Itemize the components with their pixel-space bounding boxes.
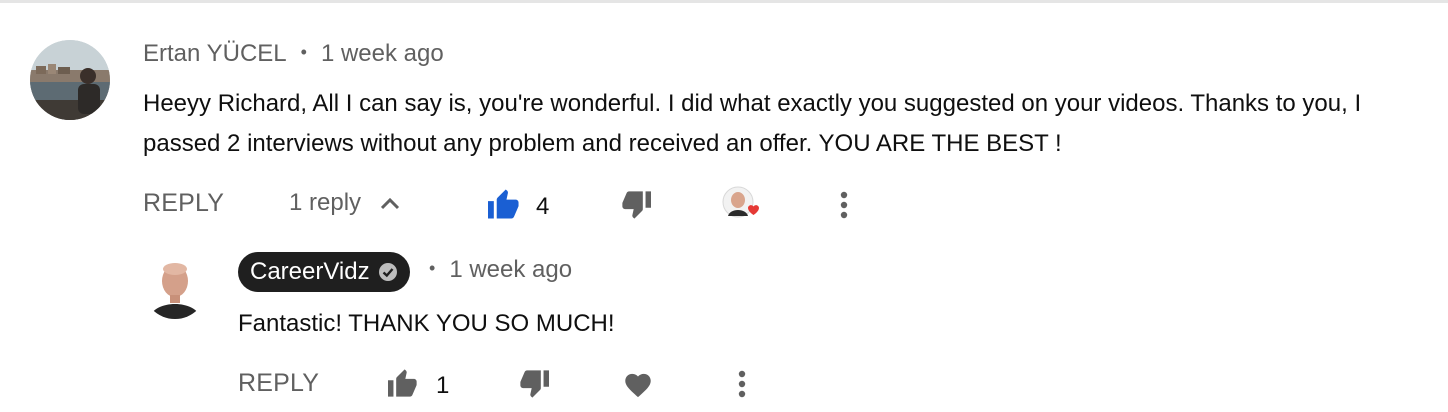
reply-text: Fantastic! THANK YOU SO MUCH!: [238, 310, 615, 337]
comment-timestamp[interactable]: 1 week ago: [321, 40, 444, 67]
like-count: 4: [536, 192, 550, 220]
divider-line: [0, 0, 1448, 3]
thumbs-down-icon: [517, 369, 551, 404]
dislike-button[interactable]: [619, 190, 653, 225]
reply-author-avatar[interactable]: [143, 255, 207, 319]
comment-text-line: passed 2 interviews without any problem …: [143, 130, 1062, 157]
reply-button[interactable]: REPLY: [143, 189, 224, 218]
commenter-avatar[interactable]: [30, 40, 110, 120]
thumbs-up-icon[interactable]: [386, 368, 420, 403]
thumbs-down-icon: [619, 190, 653, 225]
comment-text: Heeyy Richard, All I can say is, you're …: [143, 84, 1361, 164]
creator-avatar-icon: [722, 186, 759, 218]
reply-timestamp[interactable]: 1 week ago: [449, 256, 572, 283]
comment-text-line: Heeyy Richard, All I can say is, you're …: [143, 90, 1362, 117]
reply-reply-button[interactable]: REPLY: [238, 369, 319, 398]
more-vert-icon: [738, 370, 746, 398]
more-vert-icon: [840, 191, 848, 219]
reply-avatar-photo: [143, 255, 207, 319]
creator-heart-badge[interactable]: [722, 186, 759, 222]
separator-dot: •: [300, 42, 307, 62]
verified-check-icon: [378, 263, 397, 281]
heart-icon: [625, 373, 651, 398]
chevron-up-icon: [380, 197, 400, 210]
channel-owner-badge[interactable]: CareerVidz: [238, 252, 410, 292]
thumbs-up-icon[interactable]: [486, 188, 522, 225]
more-options-button[interactable]: [832, 190, 856, 220]
replies-count-label: 1 reply: [289, 189, 362, 216]
reply-heart-button[interactable]: [622, 370, 654, 398]
reply-more-options-button[interactable]: [730, 369, 754, 399]
avatar-photo: [30, 40, 110, 120]
like-control: 4: [486, 188, 549, 225]
reply-dislike-button[interactable]: [517, 369, 551, 404]
reply-like-control: 1: [386, 368, 449, 403]
comment-header: Ertan YÜCEL • 1 week ago: [143, 40, 444, 68]
reply-like-count: 1: [436, 371, 450, 399]
comment-author[interactable]: Ertan YÜCEL: [143, 40, 287, 67]
separator-dot: •: [429, 258, 436, 278]
reply-author: CareerVidz: [250, 258, 370, 285]
replies-toggle[interactable]: 1 reply: [289, 189, 401, 217]
reply-header: • 1 week ago: [429, 256, 572, 284]
